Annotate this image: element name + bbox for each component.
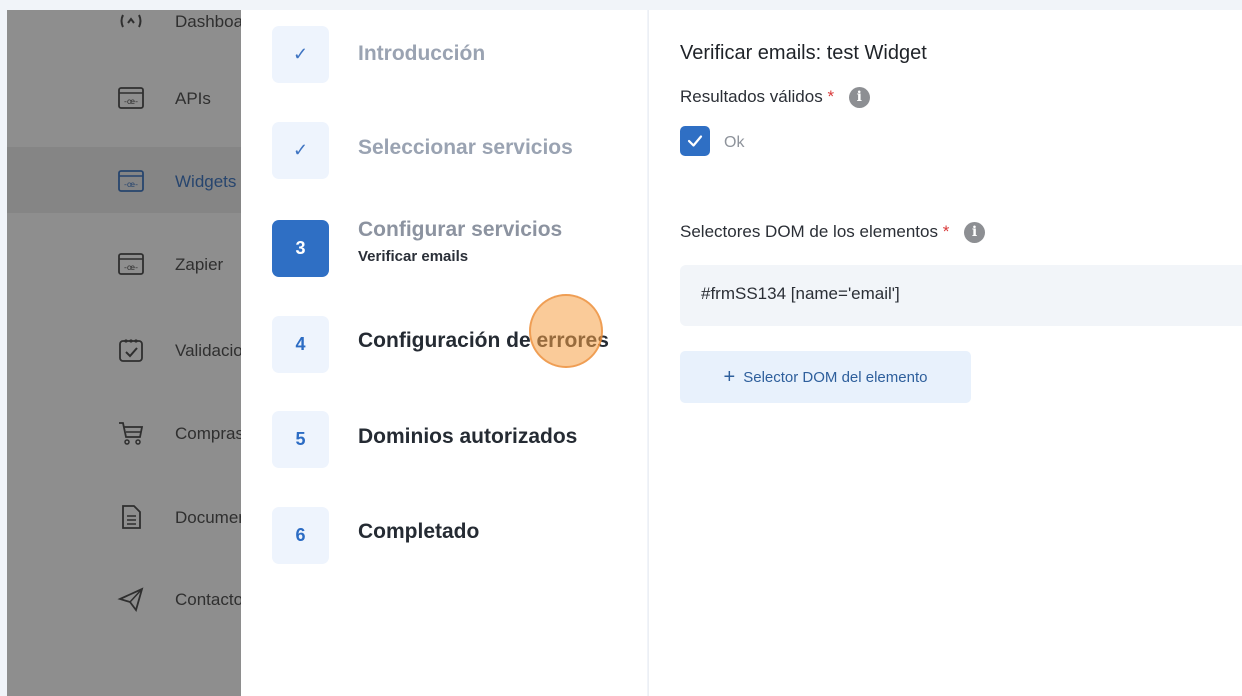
checkmark-icon	[687, 135, 703, 147]
wizard-step-title: Configurar servicios	[358, 218, 563, 241]
send-icon	[117, 587, 144, 612]
cart-icon	[119, 422, 144, 445]
dom-selector-value: #frmSS134 [name='email']	[701, 284, 900, 303]
wizard-step-title: Dominios autorizados	[358, 425, 578, 448]
step-number: 6	[272, 507, 329, 564]
wizard-step-title: Seleccionar servicios	[358, 136, 573, 159]
ok-checkbox-label[interactable]: Ok	[724, 134, 744, 152]
sidebar-item-widgets[interactable]: -œ- Widgets	[7, 164, 241, 200]
svg-text:-œ-: -œ-	[124, 180, 138, 189]
add-dom-selector-label: Selector DOM del elemento	[743, 368, 928, 386]
sidebar-item-label: Contacto	[175, 590, 241, 609]
step-number: 5	[272, 411, 329, 468]
sidebar-item-dashboard[interactable]: Dashboard	[7, 4, 241, 40]
sidebar-item-label: APIs	[175, 89, 211, 108]
service-config-panel: Verificar emails: test Widget Resultados…	[648, 10, 1242, 696]
zapier-icon: -œ-	[118, 253, 144, 275]
required-marker: *	[942, 222, 950, 241]
sidebar-item-documentacion[interactable]: Documentación	[7, 500, 241, 536]
step-number: 3	[272, 220, 329, 277]
info-icon[interactable]: i	[848, 87, 870, 109]
sidebar: Dashboard -œ- APIs -œ- Widgets -œ- Zapie…	[7, 10, 241, 696]
widget-icon: -œ-	[118, 170, 144, 192]
wizard-step-title: Completado	[358, 520, 480, 543]
sidebar-item-label: Compras	[175, 424, 241, 443]
api-icon: -œ-	[118, 87, 144, 109]
check-icon: ✓	[272, 122, 329, 179]
sidebar-item-apis[interactable]: -œ- APIs	[7, 81, 241, 117]
page-title: Verificar emails: test Widget	[680, 42, 927, 64]
sidebar-item-label: Dashboard	[175, 12, 241, 31]
wizard-step-title: Introducción	[358, 42, 486, 65]
dashboard-icon	[120, 14, 142, 28]
plus-icon: +	[723, 365, 736, 388]
sidebar-item-label: Documentación	[175, 508, 241, 527]
check-icon: ✓	[272, 26, 329, 83]
svg-text:-œ-: -œ-	[124, 97, 138, 106]
sidebar-item-label: Widgets	[175, 172, 237, 191]
calendar-check-icon	[119, 339, 143, 362]
wizard-step-subtitle: Verificar emails	[358, 248, 469, 265]
dom-selectors-label: Selectores DOM de los elementos * i	[680, 222, 986, 244]
sidebar-item-compras[interactable]: Compras	[7, 416, 241, 452]
svg-text:-œ-: -œ-	[124, 263, 138, 272]
info-icon[interactable]: i	[964, 222, 986, 244]
sidebar-item-zapier[interactable]: -œ- Zapier	[7, 247, 241, 283]
required-marker: *	[827, 87, 835, 106]
dom-selector-input[interactable]: #frmSS134 [name='email']	[680, 265, 1242, 326]
sidebar-item-validaciones[interactable]: Validaciones	[7, 333, 241, 369]
ok-checkbox[interactable]	[680, 126, 710, 156]
click-highlight-indicator	[529, 294, 603, 368]
document-icon	[122, 505, 141, 529]
add-dom-selector-button[interactable]: + Selector DOM del elemento	[680, 351, 971, 403]
valid-results-label: Resultados válidos * i	[680, 87, 870, 109]
sidebar-item-contacto[interactable]: Contacto	[7, 582, 241, 618]
sidebar-item-label: Validaciones	[175, 341, 241, 360]
step-number: 4	[272, 316, 329, 373]
wizard-steps-panel: ✓ Introducción ✓ Seleccionar servicios 3…	[241, 10, 647, 696]
sidebar-item-label: Zapier	[175, 255, 224, 274]
